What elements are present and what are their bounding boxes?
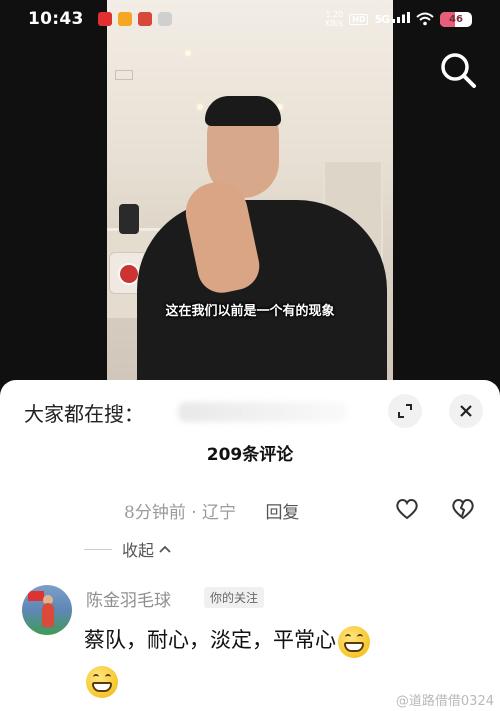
close-button[interactable] [449, 394, 483, 428]
avatar-figure [42, 603, 54, 627]
air-vent [115, 70, 133, 80]
search-icon [441, 53, 476, 88]
broken-heart-icon [452, 499, 474, 520]
wifi-icon [416, 12, 434, 26]
grinning-emoji-icon [86, 665, 118, 698]
app-notification-icon [97, 12, 112, 26]
comments-sheet: 大家都在搜： 209条评论 8分钟前 · 辽宁 回复 收起 陈金羽毛球 你的关注… [0, 380, 500, 711]
comments-count-title: 209条评论 [206, 445, 294, 465]
notification-icons [97, 12, 172, 26]
expand-icon [398, 404, 412, 418]
network-speed-value: 1.20 [325, 10, 344, 19]
hd-badge: HD [349, 13, 369, 25]
next-comment-clipped [100, 706, 400, 711]
close-icon [460, 405, 472, 417]
comment-text: 蔡队，耐心，淡定，平常心 [84, 628, 336, 652]
like-button[interactable] [394, 496, 420, 522]
follow-badge: 你的关注 [204, 587, 265, 608]
avatar-flag [28, 591, 44, 601]
signal-icon: 5G [374, 12, 410, 26]
trending-search-label[interactable]: 大家都在搜： [24, 398, 144, 427]
video-frame: 这在我们以前是一个有的现象 [107, 0, 393, 392]
video-player[interactable]: 这在我们以前是一个有的现象 [0, 0, 500, 392]
collapse-divider [84, 548, 112, 550]
watermark: @道路借借0324 [395, 694, 494, 709]
battery-icon: 46 [440, 11, 472, 27]
status-time: 10:43 [28, 9, 84, 29]
reply-time-location: 8分钟前 · 辽宁 [124, 503, 237, 523]
dislike-button[interactable] [450, 496, 476, 522]
app-notification-icon [137, 12, 152, 26]
reply-button[interactable]: 回复 [265, 503, 299, 523]
network-type: 5G [374, 13, 390, 26]
avatar[interactable] [22, 585, 72, 635]
grinning-emoji-icon [338, 625, 370, 658]
chevron-up-icon [159, 545, 171, 553]
battery-level: 46 [449, 13, 463, 25]
clipped-comment-text [124, 466, 354, 476]
comment-username[interactable]: 陈金羽毛球 [86, 586, 171, 611]
weibo-notification-icon [117, 12, 132, 26]
status-indicators: 1.20 KB/s HD 5G 46 [325, 10, 472, 28]
background-speaker [119, 204, 139, 234]
ceiling-light [197, 104, 203, 110]
network-speed-unit: KB/s [325, 19, 344, 28]
comment-body: 蔡队，耐心，淡定，平常心 [84, 620, 464, 700]
person-body [137, 200, 387, 392]
app-notification-icon [157, 12, 172, 26]
expand-button[interactable] [388, 394, 422, 428]
ceiling-light [185, 50, 191, 56]
status-bar: 10:43 1.20 KB/s HD 5G 46 [0, 0, 500, 38]
video-subtitle: 这在我们以前是一个有的现象 [165, 304, 335, 319]
reply-meta: 8分钟前 · 辽宁 回复 [124, 498, 299, 523]
collapse-replies-button[interactable]: 收起 [84, 537, 172, 561]
search-button[interactable] [438, 50, 478, 90]
signal-bars-icon [392, 12, 410, 23]
heart-icon [396, 499, 418, 520]
collapse-label: 收起 [122, 541, 155, 560]
network-speed: 1.20 KB/s [325, 10, 343, 28]
person-hair [205, 96, 281, 126]
trending-search-term[interactable] [178, 402, 348, 422]
